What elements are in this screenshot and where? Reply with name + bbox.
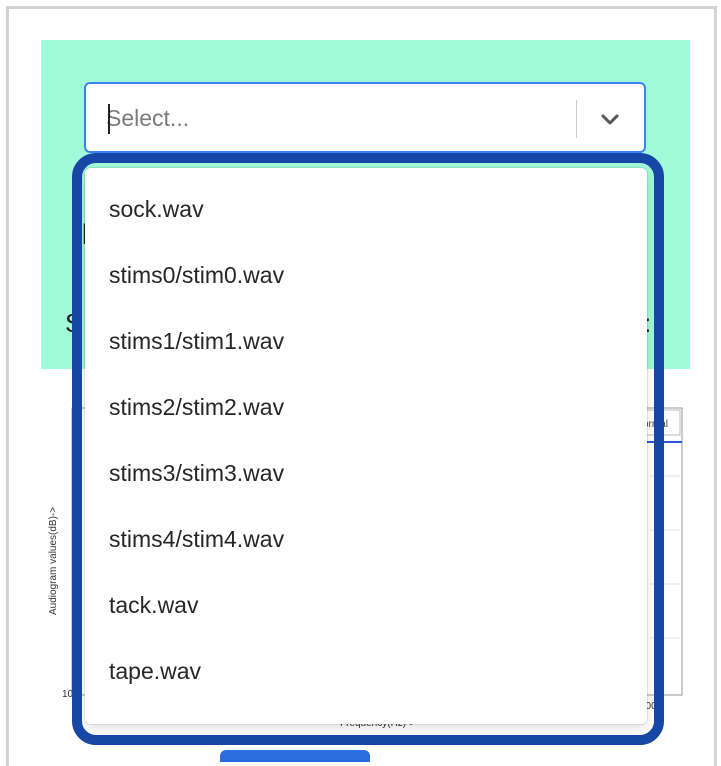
select-option[interactable]: stims3/stim3.wav bbox=[85, 440, 647, 506]
chart-y-tick-label: 10 bbox=[62, 689, 74, 700]
file-select-input[interactable] bbox=[106, 102, 526, 134]
text-cursor bbox=[108, 104, 110, 134]
chart-y-axis-label: Audiogram values(dB)-> bbox=[48, 507, 59, 615]
select-option[interactable]: tack.wav bbox=[85, 572, 647, 638]
select-option[interactable]: sock.wav bbox=[85, 176, 647, 242]
file-select-menu: sock.wav stims0/stim0.wav stims1/stim1.w… bbox=[85, 168, 647, 724]
select-option[interactable]: stims0/stim0.wav bbox=[85, 242, 647, 308]
chevron-down-icon[interactable] bbox=[594, 104, 626, 136]
select-option[interactable]: stims4/stim4.wav bbox=[85, 506, 647, 572]
select-separator bbox=[576, 100, 577, 138]
select-option[interactable]: stims1/stim1.wav bbox=[85, 308, 647, 374]
select-option[interactable]: tape.wav bbox=[85, 638, 647, 704]
file-select[interactable] bbox=[84, 82, 646, 153]
submit-button[interactable] bbox=[220, 750, 370, 762]
select-option[interactable]: stims2/stim2.wav bbox=[85, 374, 647, 440]
